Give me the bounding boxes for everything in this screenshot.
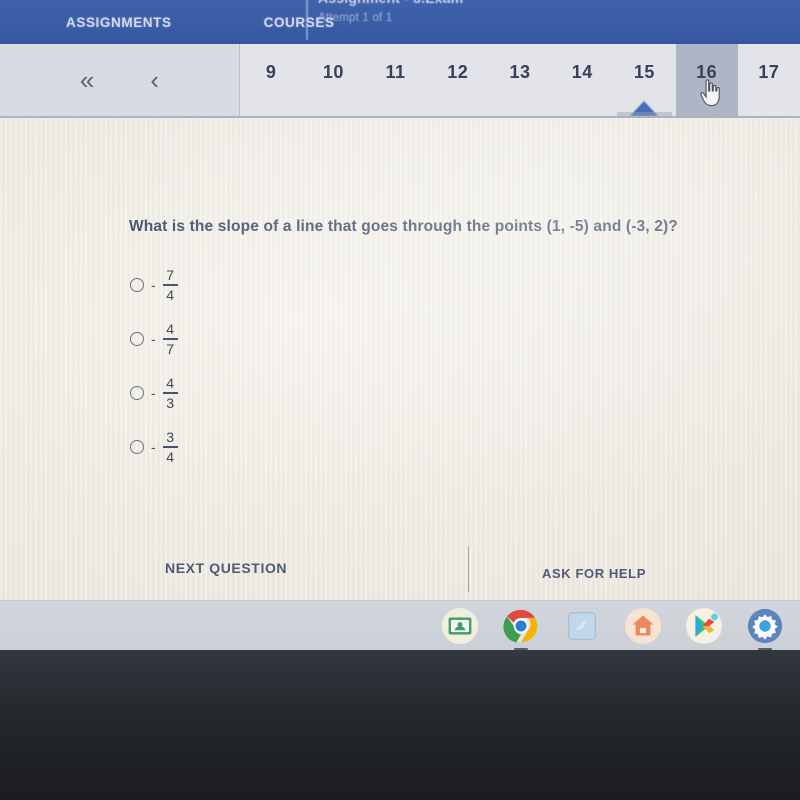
answer-options: -74-47-43-34 bbox=[130, 258, 450, 474]
question-content: What is the slope of a line that goes th… bbox=[0, 118, 800, 600]
fraction-bar bbox=[162, 338, 178, 340]
radio-button-icon[interactable] bbox=[130, 332, 144, 346]
answer-option[interactable]: -34 bbox=[130, 420, 450, 474]
page-tab-16[interactable]: 16 bbox=[675, 44, 738, 116]
option-fraction: 34 bbox=[162, 428, 178, 466]
files-app-icon[interactable] bbox=[562, 606, 602, 646]
hand-cursor-icon bbox=[700, 79, 720, 107]
page-tab-9[interactable]: 9 bbox=[240, 44, 302, 116]
pager-arrows: « ‹ bbox=[0, 44, 240, 116]
attempt-count: Attempt 1 of 1 bbox=[318, 12, 393, 24]
first-page-icon[interactable]: « bbox=[80, 67, 94, 93]
option-sign: - bbox=[151, 385, 156, 401]
radio-button-icon[interactable] bbox=[130, 440, 144, 454]
option-sign: - bbox=[151, 439, 156, 455]
page-tab-label: 15 bbox=[633, 62, 655, 82]
nav-item-assignments[interactable]: ASSIGNMENTS bbox=[62, 15, 176, 30]
chromeos-shelf bbox=[0, 600, 800, 650]
chrome-icon[interactable] bbox=[501, 606, 541, 650]
fraction-bar bbox=[162, 446, 178, 448]
answer-option[interactable]: -47 bbox=[130, 312, 450, 366]
radio-button-icon[interactable] bbox=[130, 278, 144, 292]
fraction-denominator: 4 bbox=[166, 287, 175, 304]
page-tab-label: 11 bbox=[385, 62, 406, 82]
option-fraction: 43 bbox=[162, 374, 178, 412]
next-question-button[interactable]: NEXT QUESTION bbox=[165, 560, 287, 576]
page-tab-label: 10 bbox=[322, 62, 344, 82]
ask-for-help-button[interactable]: ASK FOR HELP bbox=[542, 566, 646, 581]
action-divider bbox=[468, 546, 470, 592]
fraction-denominator: 4 bbox=[166, 449, 175, 466]
shelf-icon-list bbox=[440, 601, 785, 651]
page-tab-label: 12 bbox=[447, 62, 469, 82]
prev-page-icon[interactable]: ‹ bbox=[150, 67, 159, 93]
option-sign: - bbox=[151, 331, 156, 347]
google-classroom-icon[interactable] bbox=[440, 606, 480, 646]
fraction-denominator: 3 bbox=[166, 395, 175, 412]
assignment-info: Assignment - 3.Exam Attempt 1 of 1 bbox=[318, 0, 648, 24]
primary-nav: ASSIGNMENTS COURSES bbox=[0, 0, 339, 44]
fraction-bar bbox=[162, 284, 178, 286]
page-tab-14[interactable]: 14 bbox=[551, 44, 613, 116]
assignment-title: Assignment - 3.Exam bbox=[318, 0, 648, 6]
answer-option[interactable]: -43 bbox=[130, 366, 450, 420]
page-tab-list: 9 10 11 12 13 14 15 16 17 bbox=[240, 44, 800, 116]
page-tab-13[interactable]: 13 bbox=[489, 44, 551, 116]
answer-option[interactable]: -74 bbox=[130, 258, 450, 312]
fraction-bar bbox=[162, 392, 178, 394]
chromebook-screen-photo: ASSIGNMENTS COURSES Assignment - 3.Exam … bbox=[0, 0, 800, 800]
settings-gear-icon[interactable] bbox=[745, 606, 785, 650]
fraction-numerator: 4 bbox=[166, 320, 175, 337]
page-tab-15[interactable]: 15 bbox=[613, 44, 675, 116]
app-header: ASSIGNMENTS COURSES Assignment - 3.Exam … bbox=[0, 0, 800, 44]
page-tab-17[interactable]: 17 bbox=[738, 44, 800, 116]
page-tab-label: 17 bbox=[758, 62, 780, 82]
question-text: What is the slope of a line that goes th… bbox=[129, 218, 678, 235]
question-pager: « ‹ 9 10 11 12 13 14 15 16 17 bbox=[0, 44, 800, 118]
radio-button-icon[interactable] bbox=[130, 386, 144, 400]
option-fraction: 47 bbox=[162, 320, 178, 358]
google-play-icon[interactable] bbox=[684, 606, 724, 646]
current-page-indicator bbox=[630, 101, 659, 116]
fraction-numerator: 7 bbox=[166, 266, 175, 283]
option-sign: - bbox=[151, 277, 156, 293]
page-tab-11[interactable]: 11 bbox=[364, 44, 426, 116]
header-divider bbox=[306, 0, 308, 40]
fraction-denominator: 7 bbox=[166, 341, 175, 358]
fraction-numerator: 3 bbox=[166, 428, 175, 445]
laptop-bezel bbox=[0, 650, 800, 800]
page-tab-label: 13 bbox=[509, 62, 531, 82]
page-tab-10[interactable]: 10 bbox=[302, 44, 364, 116]
home-app-icon[interactable] bbox=[623, 606, 663, 646]
page-tab-label: 14 bbox=[571, 62, 593, 82]
fraction-numerator: 4 bbox=[166, 374, 175, 391]
page-tab-12[interactable]: 12 bbox=[427, 44, 489, 116]
page-tab-label: 9 bbox=[265, 62, 277, 82]
option-fraction: 74 bbox=[162, 266, 178, 304]
